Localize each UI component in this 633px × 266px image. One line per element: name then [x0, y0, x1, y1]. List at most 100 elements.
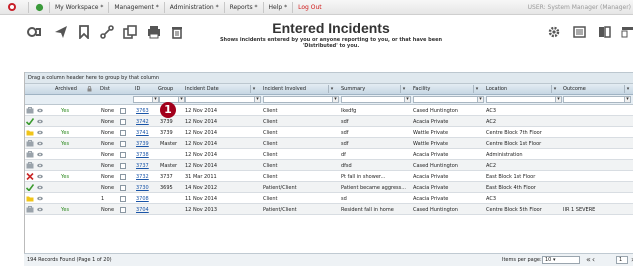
filter-icon[interactable]: ▾	[404, 96, 411, 103]
col-menu-icon[interactable]: ▾	[400, 85, 407, 93]
col-menu-icon[interactable]: ▾	[473, 85, 480, 93]
filter-icon[interactable]: ▾	[555, 96, 562, 103]
view-icon[interactable]	[37, 108, 43, 113]
print-icon[interactable]	[146, 24, 162, 40]
view-icon[interactable]	[37, 207, 43, 212]
share-icon[interactable]	[99, 24, 115, 40]
row-checkbox[interactable]	[120, 196, 126, 202]
bookmark-icon[interactable]	[76, 24, 92, 40]
table-row[interactable]: 1 3708 11 Nov 2014 Client sd Acacia Private AC…	[25, 193, 633, 204]
row-checkbox[interactable]	[120, 119, 126, 125]
view-icon[interactable]	[37, 141, 43, 146]
filter-icon[interactable]: ▾	[332, 96, 339, 103]
table-row[interactable]: None 3737 Master 12 Nov 2014 Client dfsd Cased…	[25, 160, 633, 171]
cell-id[interactable]: 3737	[136, 163, 149, 169]
col-location[interactable]: Location	[486, 86, 507, 92]
col-group[interactable]: Group	[158, 86, 173, 92]
col-outcome[interactable]: Outcome	[563, 86, 586, 92]
home-icon[interactable]	[34, 2, 44, 12]
filter-date-input[interactable]	[185, 96, 255, 103]
col-menu-icon[interactable]: ▾	[250, 85, 257, 93]
cell-id[interactable]: 3763	[136, 108, 149, 114]
page-number-input[interactable]: 1	[616, 256, 628, 264]
row-checkbox[interactable]	[120, 108, 126, 114]
filter-view-icon[interactable]	[619, 24, 633, 40]
table-row[interactable]: Yes None 3704 12 Nov 2013 Patient/Client Resi…	[25, 204, 633, 215]
table-row[interactable]: None 3730 3695 14 Nov 2012 Patient/Client Pat…	[25, 182, 633, 193]
cell-id[interactable]: 3732	[136, 174, 149, 180]
nav-reports[interactable]: Reports *	[230, 4, 258, 11]
view-icon[interactable]	[37, 196, 43, 201]
row-checkbox[interactable]	[120, 185, 126, 191]
group-by-area[interactable]: Drag a column header here to group by th…	[25, 72, 633, 84]
nav-administration[interactable]: Administration *	[170, 4, 219, 11]
view-icon[interactable]	[37, 152, 43, 157]
row-checkbox[interactable]	[120, 130, 126, 136]
cell-id[interactable]: 3739	[136, 141, 149, 147]
col-facility[interactable]: Facility	[413, 86, 430, 92]
row-checkbox[interactable]	[120, 141, 126, 147]
cell-id[interactable]: 3708	[136, 196, 149, 202]
filter-involved-input[interactable]	[263, 96, 333, 103]
table-row[interactable]: Yes None 3741 3739 12 Nov 2014 Client sdf Wattl…	[25, 127, 633, 138]
row-checkbox[interactable]	[120, 207, 126, 213]
row-checkbox[interactable]	[120, 163, 126, 169]
copy-icon[interactable]	[122, 24, 138, 40]
incidents-grid: Drag a column header here to group by th…	[24, 72, 633, 266]
nav-management[interactable]: Management *	[114, 4, 158, 11]
items-per-page-select[interactable]: 10 ▾	[542, 256, 580, 264]
grid-view-icon[interactable]	[596, 24, 612, 40]
table-row[interactable]: Yes None 3732 3737 31 Mar 2011 Client Pt fall …	[25, 171, 633, 182]
nav-my-workspace[interactable]: My Workspace *	[55, 4, 103, 11]
view-icon[interactable]	[37, 163, 43, 168]
logout-link[interactable]: Log Out	[298, 4, 322, 11]
cell-id[interactable]: 3704	[136, 207, 149, 213]
col-archived[interactable]: Archived	[55, 86, 77, 92]
pager-prev-icon[interactable]: «‹	[586, 255, 596, 264]
cell-id[interactable]: 3730	[136, 185, 149, 191]
cell-incident-date: 12 Nov 2014	[185, 130, 218, 136]
view-icon[interactable]	[37, 185, 43, 190]
cell-location: AC2	[486, 119, 497, 125]
send-icon[interactable]	[53, 24, 69, 40]
filter-location-input[interactable]	[486, 96, 556, 103]
view-icon[interactable]	[37, 119, 43, 124]
cell-id[interactable]: 3738	[136, 152, 149, 158]
col-dist[interactable]: Dist	[100, 86, 110, 92]
view-icon[interactable]	[37, 174, 43, 179]
col-menu-icon[interactable]: ▾	[328, 85, 335, 93]
incident-icon[interactable]	[26, 24, 42, 40]
list-view-icon[interactable]	[571, 24, 587, 40]
table-row[interactable]: None 3742 3739 12 Nov 2014 Client sdf Acacia P…	[25, 116, 633, 127]
row-checkbox[interactable]	[120, 152, 126, 158]
table-row[interactable]: None 3738 12 Nov 2014 Client df Acacia Privat…	[25, 149, 633, 160]
row-checkbox[interactable]	[120, 174, 126, 180]
cell-id[interactable]: 3742	[136, 119, 149, 125]
cell-id[interactable]: 3741	[136, 130, 149, 136]
col-id[interactable]: ID	[135, 86, 140, 92]
filter-icon[interactable]: ▾	[178, 96, 185, 103]
cell-location: East Block 1st Floor	[486, 174, 536, 180]
view-icon[interactable]	[37, 130, 43, 135]
table-row[interactable]: Yes None 3739 Master 12 Nov 2014 Client sdf Wat…	[25, 138, 633, 149]
col-summary[interactable]: Summary	[341, 86, 365, 92]
filter-icon[interactable]: ▾	[477, 96, 484, 103]
delete-icon[interactable]	[169, 24, 185, 40]
case-status-icon	[26, 140, 34, 147]
col-incident-date[interactable]: Incident Date	[185, 86, 219, 92]
filter-summary-input[interactable]	[341, 96, 405, 103]
cell-incident-date: 12 Nov 2014	[185, 163, 218, 169]
col-incident-involved[interactable]: Incident Involved	[263, 86, 306, 92]
col-menu-icon[interactable]: ▾	[624, 85, 631, 93]
filter-icon[interactable]: ▾	[624, 96, 631, 103]
nav-help[interactable]: Help *	[269, 4, 288, 11]
filter-facility-input[interactable]	[413, 96, 478, 103]
settings-icon[interactable]	[546, 24, 562, 40]
filter-icon[interactable]: ▾	[254, 96, 261, 103]
filter-id-input[interactable]	[133, 96, 153, 103]
cell-summary: sdf	[341, 130, 349, 136]
table-row[interactable]: YesNone3763376312 Nov 2014ClientlkedfgCa…	[25, 105, 633, 116]
filter-icon[interactable]: ▾	[152, 96, 159, 103]
col-menu-icon[interactable]: ▾	[551, 85, 558, 93]
filter-outcome-input[interactable]	[563, 96, 625, 103]
